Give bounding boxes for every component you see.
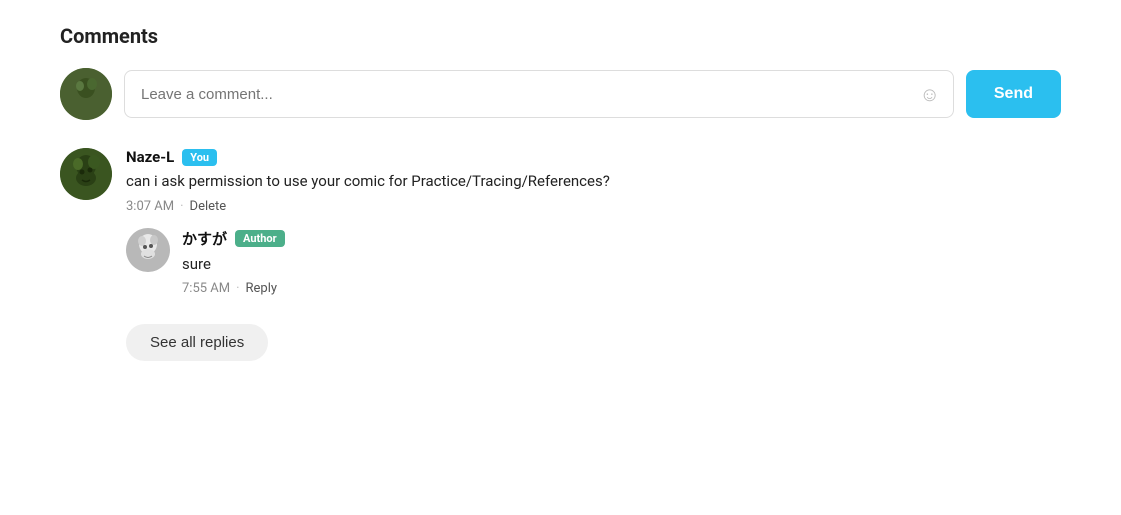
- reply-section: かすが Author sure 7:55 AM · Reply See all …: [126, 228, 1061, 362]
- author-badge: Author: [235, 230, 285, 247]
- naze-avatar: [60, 148, 112, 200]
- comment-input[interactable]: [124, 70, 954, 118]
- kasuga-avatar: [126, 228, 170, 272]
- comment-input-row: ☺ Send: [60, 68, 1061, 120]
- comments-heading: Comments: [60, 24, 1061, 48]
- see-all-replies-button[interactable]: See all replies: [126, 324, 268, 361]
- meta-separator: ·: [180, 199, 183, 214]
- reply-block: かすが Author sure 7:55 AM · Reply: [126, 228, 1061, 297]
- reply-username: かすが: [182, 228, 227, 249]
- comment-timestamp: 3:07 AM: [126, 199, 174, 214]
- you-badge: You: [182, 149, 217, 166]
- comment-input-wrapper: ☺: [124, 70, 954, 118]
- reply-timestamp: 7:55 AM: [182, 281, 230, 296]
- reply-separator: ·: [236, 281, 239, 296]
- emoji-icon[interactable]: ☺: [919, 82, 939, 107]
- comment-header: Naze-L You: [126, 148, 1061, 166]
- comment-meta: 3:07 AM · Delete: [126, 199, 1061, 214]
- reply-text: sure: [182, 253, 1061, 276]
- comment-block: Naze-L You can i ask permission to use y…: [60, 148, 1061, 361]
- comment-content: Naze-L You can i ask permission to use y…: [126, 148, 1061, 361]
- comment-text: can i ask permission to use your comic f…: [126, 170, 1061, 193]
- send-button[interactable]: Send: [966, 70, 1061, 118]
- reply-header: かすが Author: [182, 228, 1061, 249]
- reply-meta: 7:55 AM · Reply: [182, 281, 1061, 296]
- comment-username: Naze-L: [126, 148, 174, 166]
- reply-content: かすが Author sure 7:55 AM · Reply: [182, 228, 1061, 297]
- current-user-avatar: [60, 68, 112, 120]
- reply-link[interactable]: Reply: [246, 281, 278, 296]
- delete-link[interactable]: Delete: [190, 199, 227, 214]
